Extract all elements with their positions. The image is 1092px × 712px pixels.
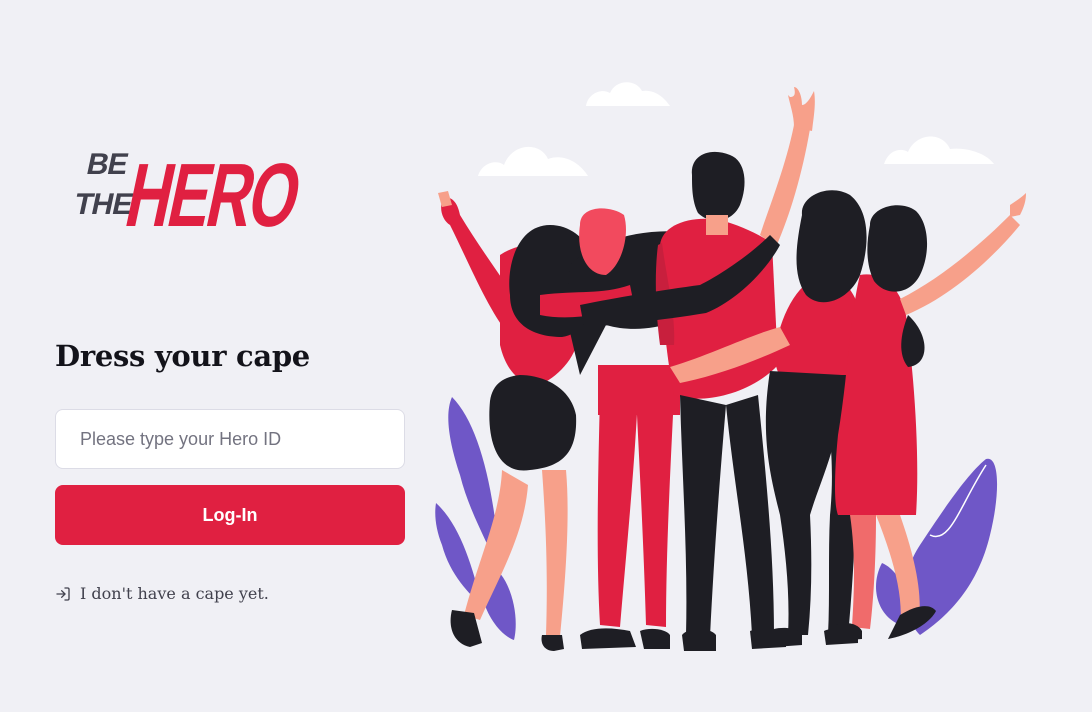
- be-the-hero-logo: BE THE HERO: [55, 128, 307, 240]
- hero-id-input[interactable]: [55, 409, 405, 469]
- heroes-illustration: [430, 75, 1040, 665]
- login-button[interactable]: Log-In: [55, 485, 405, 545]
- svg-text:HERO: HERO: [118, 146, 307, 240]
- register-link[interactable]: I don't have a cape yet.: [55, 584, 269, 603]
- log-in-icon: [55, 586, 71, 602]
- logon-panel: BE THE HERO Dress your cape Log-In I don…: [55, 0, 405, 712]
- svg-text:BE: BE: [84, 148, 131, 181]
- register-link-label: I don't have a cape yet.: [80, 584, 269, 603]
- page-title: Dress your cape: [55, 339, 310, 373]
